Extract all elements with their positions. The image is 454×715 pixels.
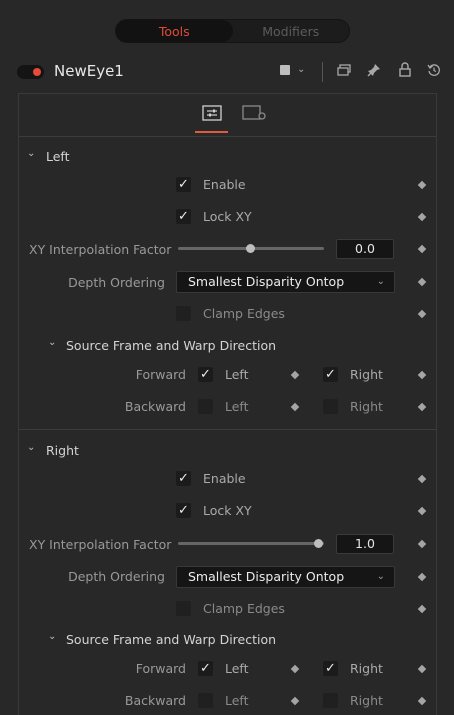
enable-checkbox-right[interactable]: ✓	[176, 471, 191, 486]
forward-right-checkbox-right[interactable]: ✓	[323, 661, 338, 676]
lock-icon[interactable]	[399, 62, 411, 77]
chevron-down-icon[interactable]: ⌄	[297, 62, 305, 78]
forward-left-checkbox-left[interactable]: ✓	[198, 367, 213, 382]
chevron-down-icon: ⌄	[376, 276, 385, 287]
tool-name: NewEye1	[54, 62, 124, 80]
pin-icon[interactable]	[367, 63, 381, 77]
depth-ordering-value-left: Smallest Disparity Ontop	[188, 274, 345, 289]
xy-interp-value-left[interactable]: 0.0	[336, 239, 394, 259]
lock-xy-label-left: Lock XY	[203, 209, 252, 224]
reset-icon[interactable]	[427, 63, 441, 77]
clamp-edges-label-right: Clamp Edges	[203, 601, 285, 616]
source-frame-title-right[interactable]: Source Frame and Warp Direction	[66, 632, 276, 647]
copy-icon[interactable]	[337, 64, 351, 76]
enable-checkbox-left[interactable]: ✓	[176, 177, 191, 192]
controls-icon[interactable]	[202, 105, 222, 121]
backward-left-checkbox-left[interactable]	[198, 399, 213, 414]
backward-right-label-left: Right	[350, 399, 383, 414]
active-subtab-indicator	[195, 131, 228, 133]
forward-right-label-left: Right	[350, 367, 383, 382]
subtab-divider	[19, 136, 436, 137]
forward-left-label-left: Left	[225, 367, 249, 382]
color-square-icon[interactable]	[280, 65, 290, 75]
backward-right-checkbox-right[interactable]	[323, 693, 338, 708]
depth-ordering-label-right: Depth Ordering	[68, 569, 165, 584]
clamp-edges-checkbox-left[interactable]	[176, 306, 191, 321]
settings-icon[interactable]	[242, 105, 268, 121]
depth-ordering-value-right: Smallest Disparity Ontop	[188, 569, 345, 584]
enable-label-left: Enable	[203, 177, 246, 192]
forward-label-left: Forward	[135, 367, 186, 382]
xy-interp-slider-thumb-left[interactable]	[246, 244, 255, 253]
section-title-left[interactable]: Left	[46, 149, 70, 164]
depth-ordering-dropdown-right[interactable]: Smallest Disparity Ontop ⌄	[176, 566, 395, 588]
chevron-down-icon[interactable]: ⌄	[27, 442, 35, 453]
forward-left-label-right: Left	[225, 661, 249, 676]
backward-right-checkbox-left[interactable]	[323, 399, 338, 414]
xy-interp-label-left: XY Interpolation Factor	[29, 242, 172, 257]
forward-left-checkbox-right[interactable]: ✓	[198, 661, 213, 676]
xy-interp-label-right: XY Interpolation Factor	[29, 537, 172, 552]
backward-left-label-left: Left	[225, 399, 249, 414]
backward-label-right: Backward	[124, 693, 186, 708]
source-frame-title-left[interactable]: Source Frame and Warp Direction	[66, 338, 276, 353]
depth-ordering-label-left: Depth Ordering	[68, 275, 165, 290]
clamp-edges-label-left: Clamp Edges	[203, 306, 285, 321]
forward-right-label-right: Right	[350, 661, 383, 676]
lock-xy-checkbox-right[interactable]: ✓	[176, 503, 191, 518]
section-divider	[19, 429, 436, 430]
tab-modifiers[interactable]: Modifiers	[233, 20, 350, 42]
tab-bar: Tools Modifiers	[115, 19, 350, 43]
chevron-down-icon[interactable]: ⌄	[48, 631, 56, 642]
chevron-down-icon[interactable]: ⌄	[48, 337, 56, 348]
tool-enable-toggle[interactable]	[17, 65, 44, 79]
lock-xy-label-right: Lock XY	[203, 503, 252, 518]
lock-xy-checkbox-left[interactable]: ✓	[176, 209, 191, 224]
forward-right-checkbox-left[interactable]: ✓	[323, 367, 338, 382]
section-title-right[interactable]: Right	[46, 443, 79, 458]
tab-tools[interactable]: Tools	[116, 20, 233, 42]
xy-interp-slider-thumb-right[interactable]	[314, 539, 323, 548]
forward-label-right: Forward	[135, 661, 186, 676]
header-separator	[322, 62, 323, 82]
backward-label-left: Backward	[124, 399, 186, 414]
chevron-down-icon: ⌄	[376, 571, 385, 582]
clamp-edges-checkbox-right[interactable]	[176, 601, 191, 616]
depth-ordering-dropdown-left[interactable]: Smallest Disparity Ontop ⌄	[176, 271, 395, 293]
enable-label-right: Enable	[203, 471, 246, 486]
xy-interp-value-right[interactable]: 1.0	[336, 534, 394, 554]
xy-interp-slider-right[interactable]	[178, 542, 324, 545]
backward-right-label-right: Right	[350, 693, 383, 708]
backward-left-label-right: Left	[225, 693, 249, 708]
backward-left-checkbox-right[interactable]	[198, 693, 213, 708]
chevron-down-icon[interactable]: ⌄	[27, 148, 35, 159]
